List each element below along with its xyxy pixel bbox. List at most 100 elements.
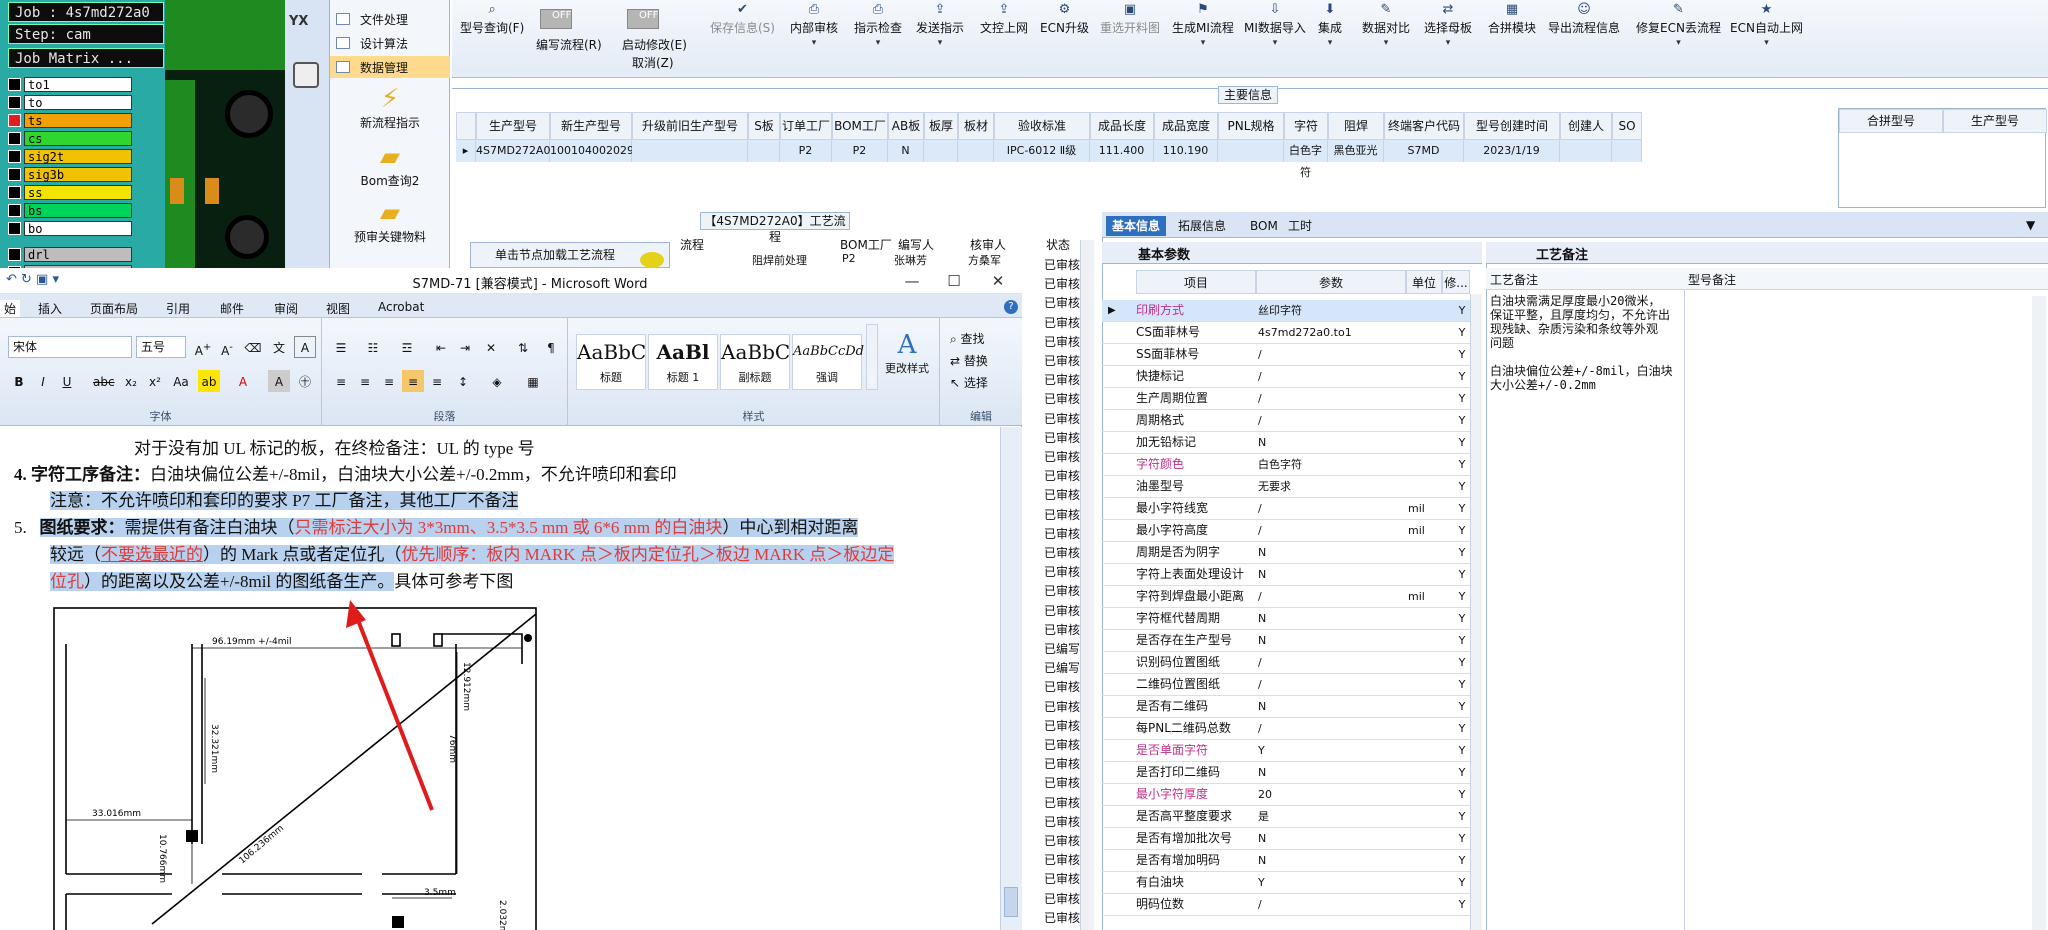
layer-checkbox[interactable] — [8, 95, 21, 109]
param-row[interactable]: 周期是否为阴字 N Y — [1102, 542, 1482, 564]
maximize-button[interactable]: ☐ — [938, 270, 970, 292]
param-row[interactable]: 最小字符高度 / mil Y — [1102, 520, 1482, 542]
param-row[interactable]: 二维码位置图纸 / Y — [1102, 674, 1482, 696]
main-info-header[interactable]: 板材 — [958, 112, 994, 140]
layer-checkbox[interactable] — [8, 185, 21, 199]
main-info-cell[interactable]: 4S7MD272A0 — [476, 140, 550, 162]
param-row[interactable]: 最小字符线宽 / mil Y — [1102, 498, 1482, 520]
cam-matrix-button[interactable]: Job Matrix ... — [8, 48, 164, 68]
strikethrough-icon[interactable]: abc — [92, 370, 115, 392]
style-card[interactable]: AaBbCcDd 强调 — [792, 334, 864, 390]
cancel-button[interactable]: 取消(Z) — [632, 54, 674, 71]
nav-key-material-button[interactable]: ▰ 预审关键物料 — [330, 198, 450, 245]
param-value[interactable]: N — [1258, 696, 1408, 717]
main-info-cell[interactable] — [1560, 140, 1612, 162]
param-value[interactable]: N — [1258, 630, 1408, 651]
param-row[interactable]: 生产周期位置 / Y — [1102, 388, 1482, 410]
toolbar-button[interactable]: ✔ 保存信息(S) — [710, 0, 775, 78]
tab-basic-info[interactable]: 基本信息 — [1106, 216, 1167, 236]
layer-checkbox[interactable] — [8, 167, 21, 181]
borders-icon[interactable]: ▦ — [522, 370, 544, 392]
style-card[interactable]: AaBbC 副标题 — [720, 334, 790, 390]
align-left-icon[interactable]: ≡ — [330, 370, 352, 392]
scroll-thumb[interactable] — [1004, 887, 1018, 917]
toolbar-button[interactable]: ⇪ 文控上网 — [980, 0, 1028, 78]
param-row[interactable]: 识别码位置图纸 / Y — [1102, 652, 1482, 674]
multilevel-icon[interactable]: ☲ — [396, 336, 418, 358]
toolbar-button[interactable]: ▣ 重选开料图 — [1100, 0, 1160, 78]
main-info-header[interactable]: 生产型号 — [476, 112, 550, 140]
replace-button[interactable]: ⇄ 替换 — [950, 352, 988, 369]
main-info-cell[interactable]: S7MD — [1384, 140, 1464, 162]
enclose-char-icon[interactable]: ㊉ — [294, 370, 316, 392]
word-tab[interactable]: 引用 — [166, 300, 190, 317]
param-row[interactable]: 是否单面字符 Y Y — [1102, 740, 1482, 762]
word-tab[interactable]: 视图 — [326, 300, 350, 317]
char-shading-icon[interactable]: A — [268, 370, 290, 392]
toolbar-button[interactable]: ⬇ 集成 ▾ — [1318, 0, 1342, 78]
main-info-cell[interactable] — [924, 140, 958, 162]
increase-indent-icon[interactable]: ⇥ — [454, 336, 476, 358]
param-value[interactable]: / — [1258, 344, 1408, 365]
param-row[interactable]: 有白油块 Y Y — [1102, 872, 1482, 894]
param-value[interactable]: 20 — [1258, 784, 1408, 805]
param-value[interactable]: N — [1258, 542, 1408, 563]
param-row[interactable]: 是否有二维码 N Y — [1102, 696, 1482, 718]
select-button[interactable]: ↖ 选择 — [950, 374, 988, 391]
param-value[interactable]: N — [1258, 828, 1408, 849]
main-info-cell[interactable] — [632, 140, 748, 162]
numbering-icon[interactable]: ☷ — [362, 336, 384, 358]
cam-layer-row[interactable]: bo — [8, 220, 132, 236]
cam-layer-row[interactable]: to — [8, 94, 132, 110]
main-info-cell[interactable]: N — [888, 140, 924, 162]
main-info-header[interactable]: 成品长度 — [1090, 112, 1154, 140]
param-row[interactable]: 字符框代替周期 N Y — [1102, 608, 1482, 630]
show-marks-icon[interactable]: ¶ — [540, 336, 562, 358]
param-row[interactable]: CS面菲林号 4s7md272a0.to1 Y — [1102, 322, 1482, 344]
toolbar-button[interactable]: ⇩ MI数据导入 ▾ — [1244, 0, 1306, 78]
superscript-icon[interactable]: x² — [144, 370, 166, 392]
help-icon[interactable]: ? — [1004, 300, 1018, 314]
note-scrollbar[interactable] — [2032, 296, 2046, 930]
param-value[interactable]: / — [1258, 586, 1408, 607]
find-button[interactable]: ⌕ 查找 — [950, 330, 985, 347]
main-info-cell[interactable]: IPC-6012 Ⅱ级 — [994, 140, 1090, 162]
main-info-header[interactable]: 板厚 — [924, 112, 958, 140]
main-info-header[interactable]: 新生产型号 — [550, 112, 632, 140]
cam-layer-row[interactable]: to1 — [8, 76, 132, 92]
line-spacing-icon[interactable]: ↕ — [452, 370, 474, 392]
flow-scrollbar[interactable] — [1080, 240, 1094, 930]
main-info-cell[interactable]: P2 — [832, 140, 888, 162]
param-value[interactable]: / — [1258, 410, 1408, 431]
tab-bom[interactable]: BOM — [1244, 216, 1284, 236]
main-info-header[interactable]: 阻焊 — [1328, 112, 1384, 140]
row-selector-icon[interactable]: ▸ — [456, 140, 476, 162]
main-info-cell[interactable]: 黑色亚光 — [1328, 140, 1384, 162]
cam-layer-row[interactable]: ss — [8, 184, 132, 200]
char-border-icon[interactable]: A — [294, 336, 316, 358]
param-row[interactable]: 字符颜色 白色字符 Y — [1102, 454, 1482, 476]
shrink-font-icon[interactable]: A- — [216, 336, 238, 358]
main-info-cell[interactable]: 2023/1/19 — [1464, 140, 1560, 162]
main-info-header[interactable]: 终端客户代码 — [1384, 112, 1464, 140]
tabs-dropdown-icon[interactable]: ▼ — [2026, 218, 2035, 232]
param-row[interactable]: SS面菲林号 / Y — [1102, 344, 1482, 366]
font-name-box[interactable]: 宋体 — [8, 336, 132, 358]
main-info-header[interactable]: BOM工厂 — [832, 112, 888, 140]
param-value[interactable]: / — [1258, 674, 1408, 695]
style-scroll[interactable] — [866, 324, 878, 390]
document-scrollbar[interactable] — [1000, 427, 1022, 930]
bullets-icon[interactable]: ☰ — [330, 336, 352, 358]
main-info-header[interactable]: 型号创建时间 — [1464, 112, 1560, 140]
nav-bom-query-button[interactable]: ▰ Bom查询2 — [330, 142, 450, 189]
main-info-cell[interactable] — [1218, 140, 1284, 162]
param-row[interactable]: 是否存在生产型号 N Y — [1102, 630, 1482, 652]
param-value[interactable]: N — [1258, 608, 1408, 629]
basic-scrollbar[interactable] — [1470, 294, 1482, 930]
main-info-header[interactable]: 成品宽度 — [1154, 112, 1218, 140]
change-case-icon[interactable]: Aa — [170, 370, 192, 392]
param-value[interactable]: 是 — [1258, 806, 1408, 827]
main-info-header[interactable]: 创建人 — [1560, 112, 1612, 140]
toolbar-button[interactable]: ⚙ ECN升级 — [1040, 0, 1089, 78]
param-value[interactable]: / — [1258, 366, 1408, 387]
